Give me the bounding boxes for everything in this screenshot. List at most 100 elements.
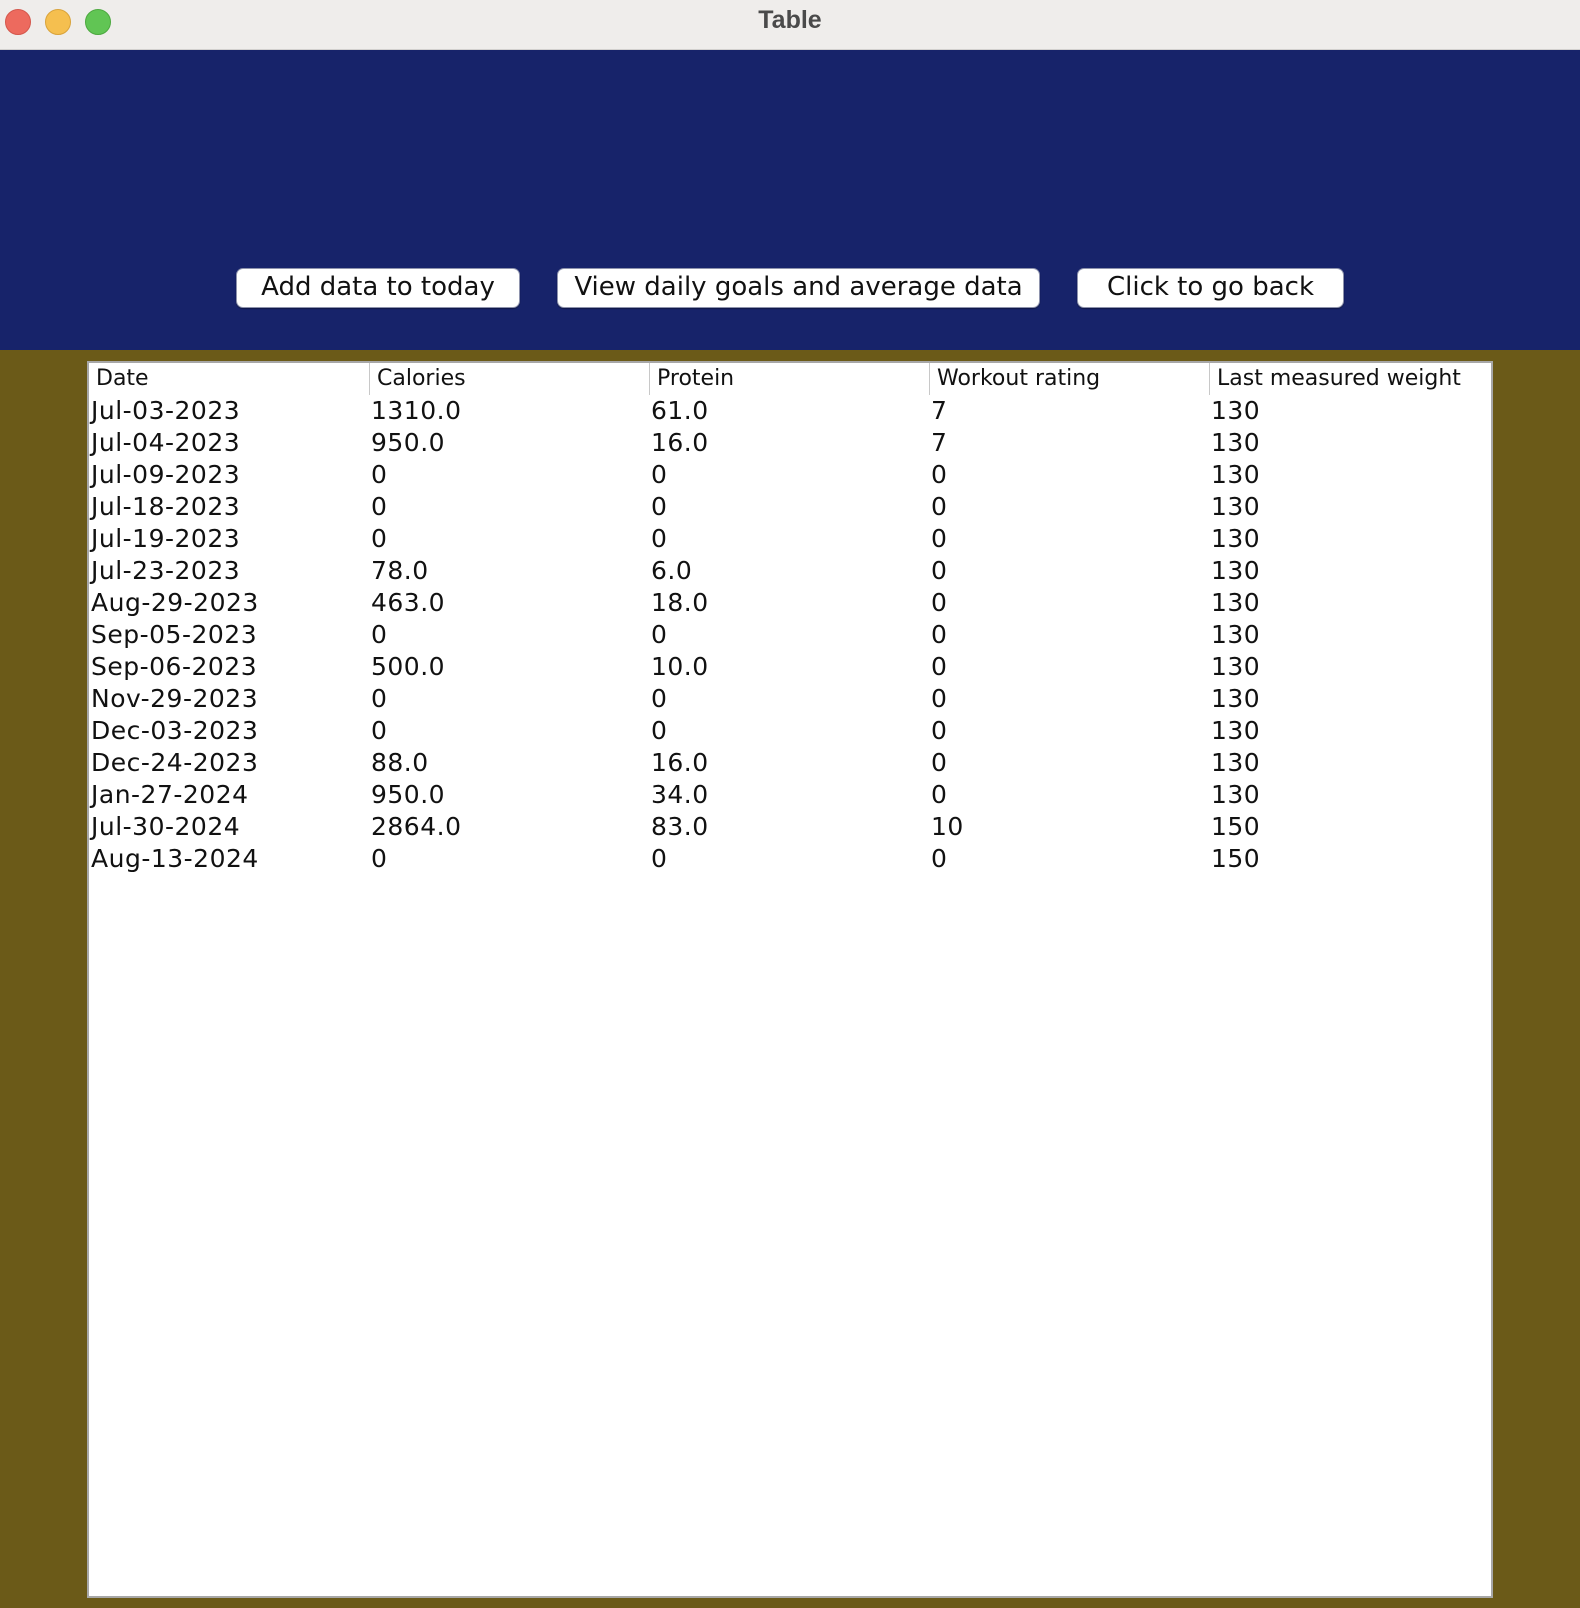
protein-cell: 0 — [651, 684, 668, 713]
protein-cell: 0 — [651, 844, 668, 873]
column-header-date[interactable]: Date — [89, 363, 369, 395]
workout-rating-cell: 0 — [931, 620, 948, 649]
workout-rating-cell: 7 — [931, 396, 948, 425]
protein-cell: 0 — [651, 716, 668, 745]
table-row[interactable]: Sep-06-2023 500.0 10.0 0 130 — [89, 651, 1491, 683]
weight-cell: 130 — [1211, 748, 1261, 777]
protein-cell: 10.0 — [651, 652, 709, 681]
workout-rating-cell: 0 — [931, 684, 948, 713]
calories-cell: 0 — [371, 620, 388, 649]
calories-cell: 0 — [371, 716, 388, 745]
calories-cell: 1310.0 — [371, 396, 462, 425]
workout-rating-cell: 0 — [931, 460, 948, 489]
app-window: Table Add data to today View daily goals… — [0, 0, 1580, 1608]
protein-cell: 0 — [651, 620, 668, 649]
calories-cell: 88.0 — [371, 748, 429, 777]
table-row[interactable]: Dec-03-2023 0 0 0 130 — [89, 715, 1491, 747]
table-body: Jul-03-2023 1310.0 61.0 7 130 Jul-04-2023 950.… — [89, 395, 1491, 875]
date-cell: Jul-18-2023 — [91, 492, 241, 521]
workout-rating-cell: 0 — [931, 588, 948, 617]
date-cell: Nov-29-2023 — [91, 684, 259, 713]
date-cell: Jul-03-2023 — [91, 396, 241, 425]
workout-rating-cell: 0 — [931, 652, 948, 681]
calories-cell: 500.0 — [371, 652, 446, 681]
weight-cell: 130 — [1211, 428, 1261, 457]
table-row[interactable]: Sep-05-2023 0 0 0 130 — [89, 619, 1491, 651]
table-row[interactable]: Jul-03-2023 1310.0 61.0 7 130 — [89, 395, 1491, 427]
table-header: Date Calories Protein Workout rating Las… — [89, 363, 1491, 395]
weight-cell: 130 — [1211, 684, 1261, 713]
protein-cell: 61.0 — [651, 396, 709, 425]
date-cell: Dec-24-2023 — [91, 748, 259, 777]
date-cell: Jan-27-2024 — [91, 780, 249, 809]
workout-rating-cell: 0 — [931, 748, 948, 777]
weight-cell: 130 — [1211, 652, 1261, 681]
date-cell: Jul-04-2023 — [91, 428, 241, 457]
weight-cell: 130 — [1211, 556, 1261, 585]
date-cell: Aug-13-2024 — [91, 844, 259, 873]
protein-cell: 6.0 — [651, 556, 693, 585]
workout-rating-cell: 0 — [931, 716, 948, 745]
protein-cell: 0 — [651, 460, 668, 489]
protein-cell: 16.0 — [651, 748, 709, 777]
table-row[interactable]: Nov-29-2023 0 0 0 130 — [89, 683, 1491, 715]
weight-cell: 130 — [1211, 524, 1261, 553]
date-cell: Aug-29-2023 — [91, 588, 259, 617]
workout-rating-cell: 0 — [931, 556, 948, 585]
protein-cell: 0 — [651, 524, 668, 553]
table-row[interactable]: Jul-23-2023 78.0 6.0 0 130 — [89, 555, 1491, 587]
protein-cell: 34.0 — [651, 780, 709, 809]
weight-cell: 130 — [1211, 588, 1261, 617]
column-header-calories[interactable]: Calories — [369, 363, 649, 395]
calories-cell: 0 — [371, 844, 388, 873]
add-data-to-today-button[interactable]: Add data to today — [236, 268, 520, 308]
workout-rating-cell: 0 — [931, 844, 948, 873]
workout-rating-cell: 0 — [931, 780, 948, 809]
weight-cell: 150 — [1211, 812, 1261, 841]
window-title: Table — [758, 6, 822, 34]
date-cell: Dec-03-2023 — [91, 716, 259, 745]
date-cell: Sep-06-2023 — [91, 652, 258, 681]
table-row[interactable]: Dec-24-2023 88.0 16.0 0 130 — [89, 747, 1491, 779]
calories-cell: 0 — [371, 492, 388, 521]
weight-cell: 130 — [1211, 620, 1261, 649]
date-cell: Jul-30-2024 — [91, 812, 241, 841]
column-header-last-measured-weight[interactable]: Last measured weight — [1209, 363, 1491, 395]
weight-cell: 150 — [1211, 844, 1261, 873]
go-back-button[interactable]: Click to go back — [1077, 268, 1344, 308]
table-row[interactable]: Aug-13-2024 0 0 0 150 — [89, 843, 1491, 875]
date-cell: Jul-09-2023 — [91, 460, 241, 489]
weight-cell: 130 — [1211, 492, 1261, 521]
data-table[interactable]: Date Calories Protein Workout rating Las… — [87, 361, 1493, 1598]
calories-cell: 0 — [371, 524, 388, 553]
title-bar: Table — [0, 0, 1580, 50]
table-row[interactable]: Jul-30-2024 2864.0 83.0 10 150 — [89, 811, 1491, 843]
table-row[interactable]: Aug-29-2023 463.0 18.0 0 130 — [89, 587, 1491, 619]
protein-cell: 16.0 — [651, 428, 709, 457]
workout-rating-cell: 0 — [931, 492, 948, 521]
calories-cell: 950.0 — [371, 428, 446, 457]
table-row[interactable]: Jul-18-2023 0 0 0 130 — [89, 491, 1491, 523]
calories-cell: 0 — [371, 460, 388, 489]
date-cell: Jul-23-2023 — [91, 556, 241, 585]
table-row[interactable]: Jul-19-2023 0 0 0 130 — [89, 523, 1491, 555]
column-header-protein[interactable]: Protein — [649, 363, 929, 395]
calories-cell: 463.0 — [371, 588, 446, 617]
calories-cell: 0 — [371, 684, 388, 713]
workout-rating-cell: 10 — [931, 812, 964, 841]
protein-cell: 0 — [651, 492, 668, 521]
button-panel: Add data to today View daily goals and a… — [0, 50, 1580, 350]
table-row[interactable]: Jul-04-2023 950.0 16.0 7 130 — [89, 427, 1491, 459]
calories-cell: 2864.0 — [371, 812, 462, 841]
calories-cell: 950.0 — [371, 780, 446, 809]
date-cell: Sep-05-2023 — [91, 620, 258, 649]
view-daily-goals-button[interactable]: View daily goals and average data — [557, 268, 1040, 308]
table-row[interactable]: Jan-27-2024 950.0 34.0 0 130 — [89, 779, 1491, 811]
protein-cell: 83.0 — [651, 812, 709, 841]
workout-rating-cell: 0 — [931, 524, 948, 553]
weight-cell: 130 — [1211, 716, 1261, 745]
protein-cell: 18.0 — [651, 588, 709, 617]
weight-cell: 130 — [1211, 396, 1261, 425]
table-row[interactable]: Jul-09-2023 0 0 0 130 — [89, 459, 1491, 491]
column-header-workout-rating[interactable]: Workout rating — [929, 363, 1209, 395]
